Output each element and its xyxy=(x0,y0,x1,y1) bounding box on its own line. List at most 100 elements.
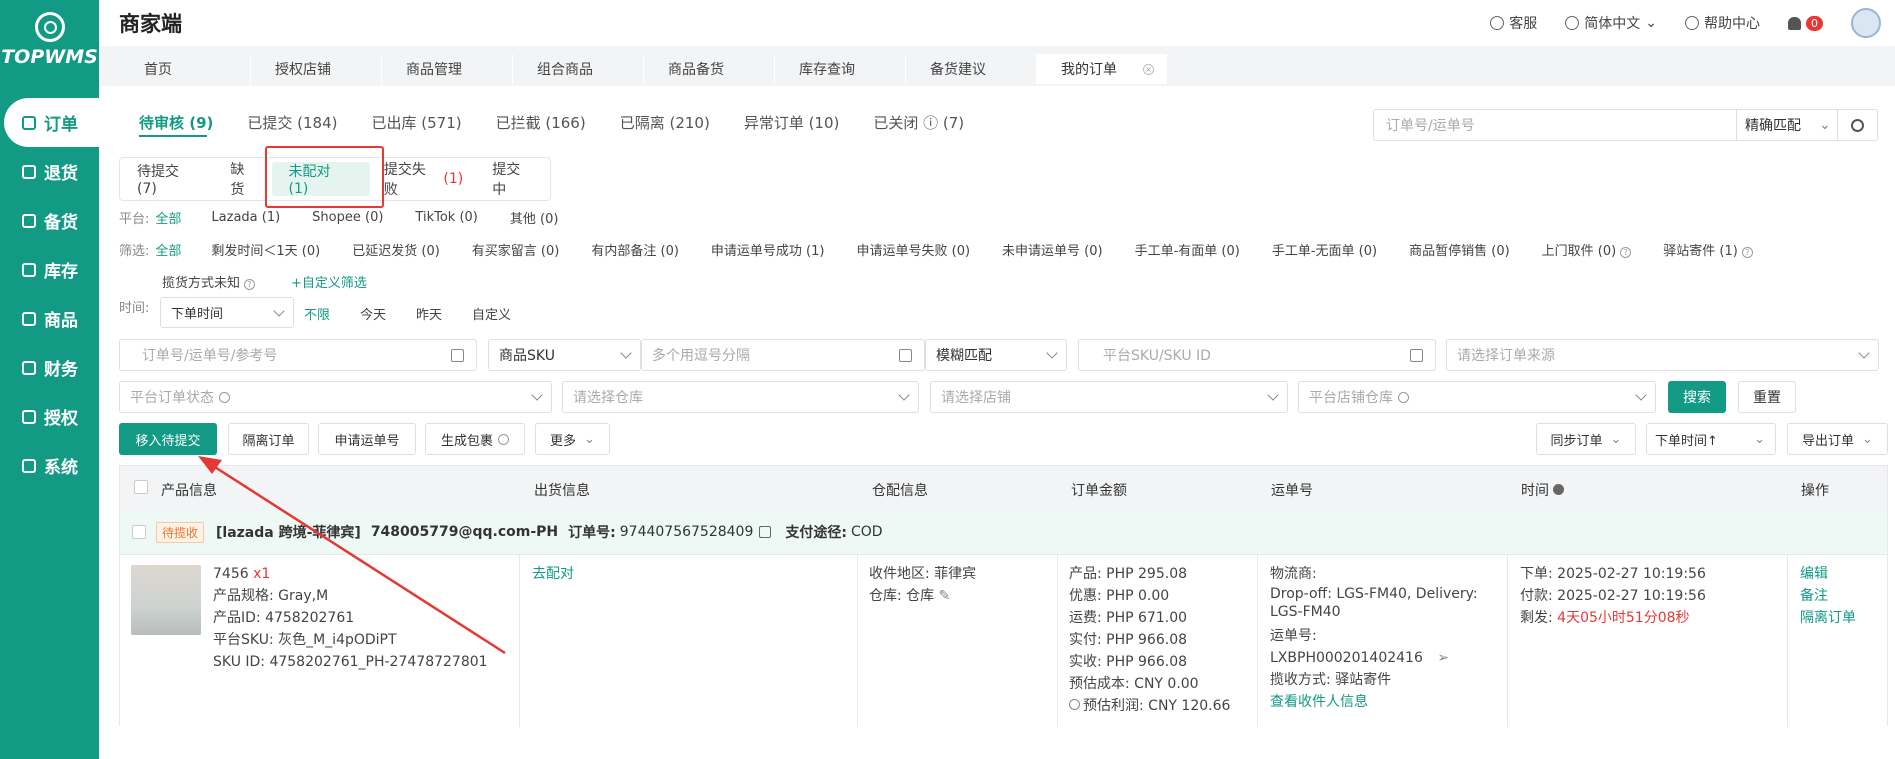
order-number-input[interactable]: 订单号/运单号/参考号 xyxy=(119,339,477,371)
status-tab-pending[interactable]: 待审核 (9) xyxy=(139,112,213,133)
time-option-today[interactable]: 今天 xyxy=(360,304,386,323)
time-option-all[interactable]: 不限 xyxy=(304,304,330,323)
sidebar-item-system[interactable]: 系统 xyxy=(0,441,99,490)
batch-input-icon[interactable] xyxy=(899,349,912,362)
view-receiver-link[interactable]: 查看收件人信息 xyxy=(1270,691,1495,713)
tab-suggestion[interactable]: 备货建议 xyxy=(906,54,1037,84)
platform-option-shopee[interactable]: Shopee (0) xyxy=(312,210,383,225)
more-button[interactable]: 更多 ⌄ xyxy=(535,423,610,455)
platform-warehouse-select[interactable]: 平台店铺仓库 xyxy=(1298,381,1656,413)
filter-option[interactable]: 全部 xyxy=(155,240,181,259)
warehouse-select[interactable]: 请选择仓库 xyxy=(562,381,919,413)
language-select[interactable]: 简体中文 ⌄ xyxy=(1565,13,1657,33)
sidebar-item-product[interactable]: 商品 xyxy=(0,294,99,343)
tab-combo[interactable]: 组合商品 xyxy=(513,54,644,84)
tab-stores[interactable]: 授权店铺 xyxy=(251,54,382,84)
subtab-to-submit[interactable]: 待提交 (7) xyxy=(120,162,218,197)
edit-link[interactable]: 编辑 xyxy=(1800,563,1876,585)
subtab-out-of-stock[interactable]: 缺货 xyxy=(218,162,271,198)
tab-inventory[interactable]: 库存查询 xyxy=(775,54,906,84)
filter-option[interactable]: 有内部备注 (0) xyxy=(591,240,679,259)
placeholder: 请选择店铺 xyxy=(941,390,1011,406)
platform-sku-input[interactable]: 平台SKU/SKU ID xyxy=(1078,339,1436,371)
subtab-submit-failed[interactable]: 提交失败 (1) xyxy=(370,162,475,198)
time-option-yesterday[interactable]: 昨天 xyxy=(416,304,442,323)
platform-status-select[interactable]: 平台订单状态 xyxy=(119,381,552,413)
tab-stocking[interactable]: 商品备货 xyxy=(644,54,775,84)
filter-option[interactable]: 已延迟发货 (0) xyxy=(352,240,440,259)
select-all-checkbox[interactable] xyxy=(134,480,148,494)
sidebar-item-return[interactable]: 退货 xyxy=(0,147,99,196)
warehouse-name: 仓库: 仓库 xyxy=(869,588,935,604)
help-icon xyxy=(1398,391,1409,403)
match-select[interactable]: 精确匹配 ⌄ xyxy=(1736,110,1837,140)
order-checkbox[interactable] xyxy=(132,525,146,539)
sidebar-item-auth[interactable]: 授权 xyxy=(0,392,99,441)
filter-option[interactable]: 驿站寄件 (1)? xyxy=(1663,240,1753,259)
fuzzy-match-select[interactable]: 模糊匹配 xyxy=(925,339,1067,371)
sort-select[interactable]: 下单时间↑ ⌄ xyxy=(1646,423,1776,455)
sku-type-select[interactable]: 商品SKU xyxy=(488,339,641,371)
avatar[interactable] xyxy=(1851,8,1881,38)
platform-option-all[interactable]: 全部 xyxy=(155,208,181,227)
batch-input-icon[interactable] xyxy=(451,349,464,362)
filter-option[interactable]: 申请运单号成功 (1) xyxy=(711,240,825,259)
product-name-line: 7456 x1 xyxy=(213,563,488,585)
platform-option-lazada[interactable]: Lazada (1) xyxy=(211,210,280,225)
close-icon[interactable]: × xyxy=(1143,63,1154,75)
tab-home[interactable]: 首页 xyxy=(120,54,251,84)
sidebar-item-inventory[interactable]: 库存 xyxy=(0,245,99,294)
batch-input-icon[interactable] xyxy=(1410,349,1423,362)
filter-option[interactable]: 上门取件 (0)? xyxy=(1542,240,1632,259)
help-link[interactable]: 帮助中心 xyxy=(1685,13,1760,33)
filter-option[interactable]: 手工单-无面单 (0) xyxy=(1272,240,1377,259)
apply-waybill-button[interactable]: 申请运单号 xyxy=(318,423,416,455)
copy-icon[interactable] xyxy=(759,526,772,538)
pair-link[interactable]: 去配对 xyxy=(532,566,574,582)
sidebar-item-stock[interactable]: 备货 xyxy=(0,196,99,245)
time-type-select[interactable]: 下单时间 xyxy=(160,297,294,328)
order-search-input[interactable]: 订单号/运单号 xyxy=(1374,110,1736,140)
status-tab-abnormal[interactable]: 异常订单 (10) xyxy=(744,112,840,133)
reset-button[interactable]: 重置 xyxy=(1738,381,1796,413)
warehouse-cell: 收件地区: 菲律宾 仓库: 仓库 ✎ xyxy=(858,555,1058,727)
filter-option[interactable]: 商品暂停销售 (0) xyxy=(1409,240,1510,259)
tab-products[interactable]: 商品管理 xyxy=(382,54,513,84)
edit-icon[interactable]: ✎ xyxy=(939,588,951,604)
sidebar-item-finance[interactable]: 财务 xyxy=(0,343,99,392)
remark-link[interactable]: 备注 xyxy=(1800,585,1876,607)
subtab-submitting[interactable]: 提交中 xyxy=(475,162,550,198)
custom-filter-link[interactable]: +自定义筛选 xyxy=(291,272,367,291)
filter-option[interactable]: 手工单-有面单 (0) xyxy=(1135,240,1240,259)
filter-option[interactable]: 剩发时间＜1天 (0) xyxy=(211,240,320,259)
filter-option[interactable]: 未申请运单号 (0) xyxy=(1002,240,1103,259)
status-tab-submitted[interactable]: 已提交 (184) xyxy=(247,112,337,133)
sidebar-item-order[interactable]: 订单 xyxy=(4,98,99,147)
notification-button[interactable]: 0 xyxy=(1788,15,1823,31)
status-tab-intercepted[interactable]: 已拦截 (166) xyxy=(496,112,586,133)
status-tab-isolated[interactable]: 已隔离 (210) xyxy=(620,112,710,133)
finance-icon xyxy=(22,360,36,375)
tab-my-orders[interactable]: 我的订单 × xyxy=(1037,54,1167,84)
filter-option[interactable]: 申请运单号失败 (0) xyxy=(856,240,970,259)
time-option-custom[interactable]: 自定义 xyxy=(472,304,511,323)
platform-option-other[interactable]: 其他 (0) xyxy=(510,208,559,227)
send-icon[interactable]: ➢ xyxy=(1437,650,1449,666)
service-link[interactable]: 客服 xyxy=(1490,13,1537,33)
filter-option[interactable]: 有买家留言 (0) xyxy=(472,240,560,259)
search-submit-button[interactable]: 搜索 xyxy=(1668,381,1726,413)
search-button[interactable] xyxy=(1837,110,1877,140)
status-tab-closed[interactable]: 已关闭 ⓘ (7) xyxy=(873,112,964,133)
platform-option-tiktok[interactable]: TikTok (0) xyxy=(415,210,477,225)
isolate-order-button[interactable]: 隔离订单 xyxy=(228,423,309,455)
status-tab-shipped[interactable]: 已出库 (571) xyxy=(371,112,461,133)
generate-package-button[interactable]: 生成包裹 xyxy=(425,423,525,455)
store-select[interactable]: 请选择店铺 xyxy=(930,381,1288,413)
sync-orders-button[interactable]: 同步订单 ⌄ xyxy=(1536,423,1636,455)
isolate-link[interactable]: 隔离订单 xyxy=(1800,607,1876,629)
export-orders-button[interactable]: 导出订单 ⌄ xyxy=(1787,423,1888,455)
sku-multi-input[interactable]: 多个用逗号分隔 xyxy=(641,339,925,371)
filter-option[interactable]: 揽货方式未知? xyxy=(162,272,256,291)
move-to-submit-button[interactable]: 移入待提交 xyxy=(119,423,217,455)
order-source-select[interactable]: 请选择订单来源 xyxy=(1446,339,1879,371)
